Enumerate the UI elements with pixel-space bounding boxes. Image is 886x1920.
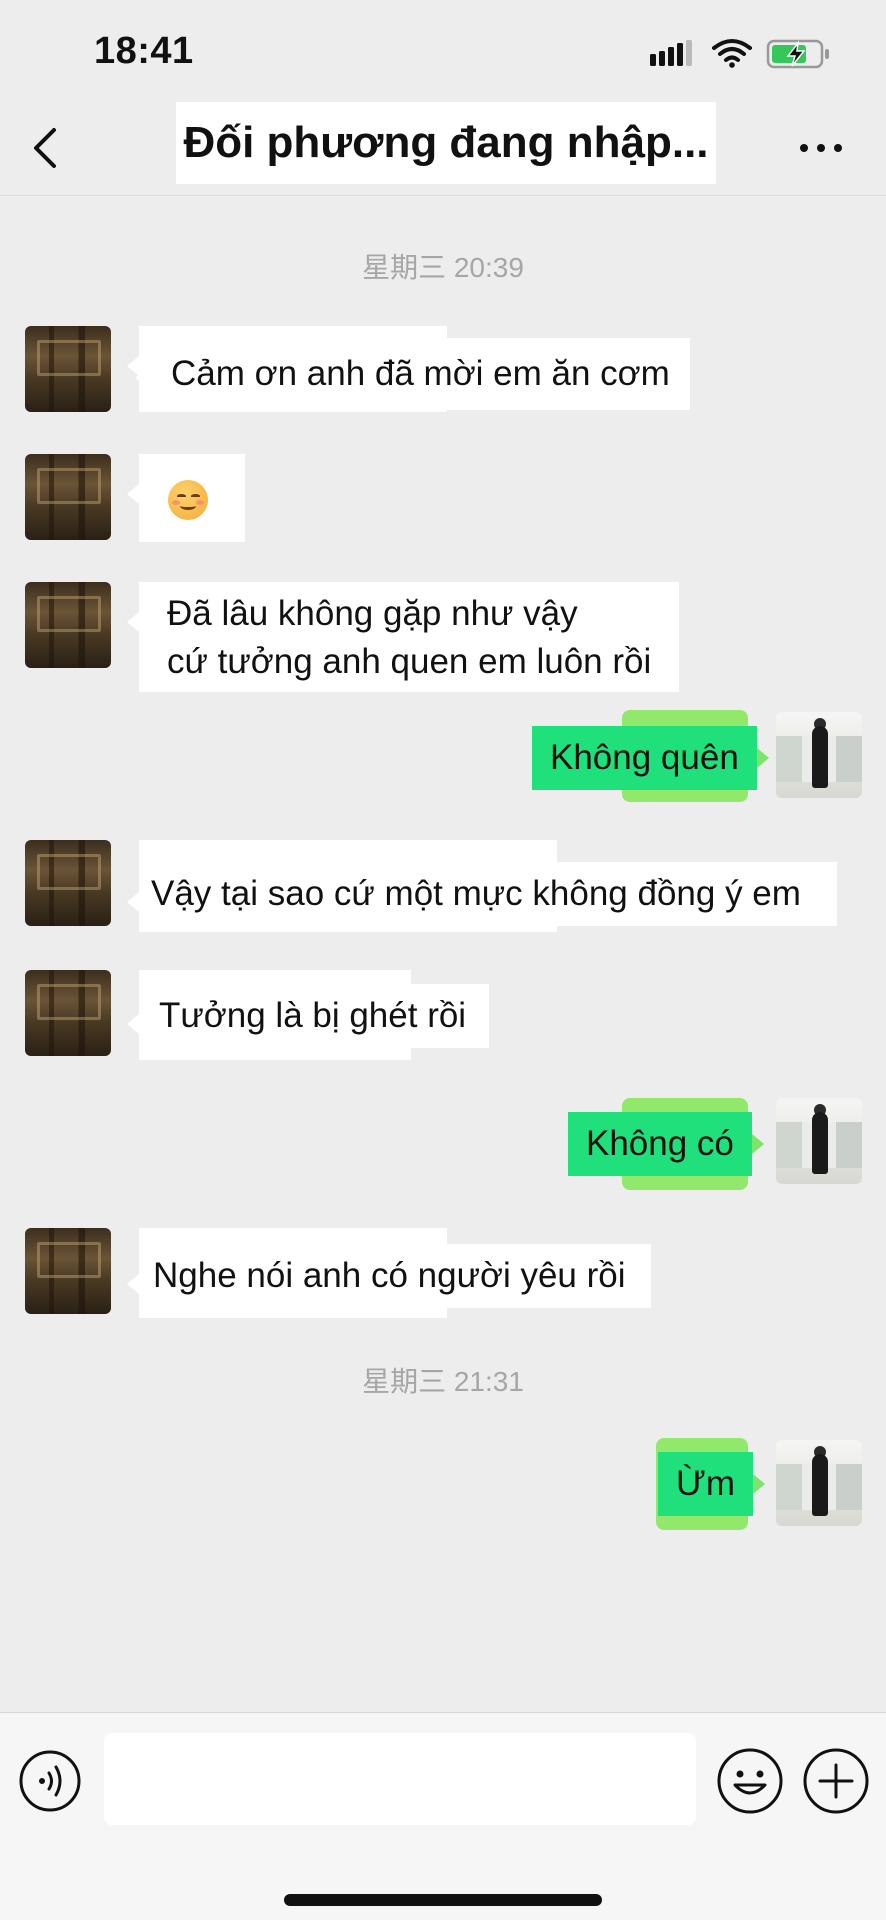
message-text: Không quên (550, 738, 739, 777)
message-text: Không có (586, 1124, 734, 1163)
message-text-line: cứ tưởng anh quen em luôn rồi (167, 642, 652, 681)
message-bubble-sent[interactable]: Không quên (532, 726, 769, 790)
wifi-icon (712, 39, 752, 68)
battery-charging-icon (766, 39, 829, 69)
signal-icon (650, 40, 692, 66)
user-avatar[interactable] (776, 1098, 862, 1184)
chevron-left-icon[interactable] (28, 124, 64, 172)
user-avatar[interactable] (776, 1440, 862, 1526)
contact-avatar[interactable] (25, 970, 111, 1056)
message-bubble-sent[interactable]: Ừm (658, 1452, 766, 1516)
home-indicator[interactable] (284, 1894, 602, 1906)
navbar: Đối phương đang nhập... (0, 100, 886, 196)
plus-icon[interactable] (802, 1747, 870, 1815)
contact-avatar[interactable] (25, 840, 111, 926)
input-bar (0, 1712, 886, 1920)
message-text: Tưởng là bị ghét rồi (159, 996, 467, 1035)
contact-avatar[interactable] (25, 454, 111, 540)
message-bubble[interactable]: Nghe nói anh có người yêu rồi (127, 1244, 651, 1308)
message-text: Nghe nói anh có người yêu rồi (153, 1256, 626, 1295)
contact-avatar[interactable] (25, 582, 111, 668)
message-bubble[interactable]: Cảm ơn anh đã mời em ăn cơm (135, 338, 690, 410)
status-time: 18:41 (94, 30, 194, 72)
contact-avatar[interactable] (25, 1228, 111, 1314)
message-text-line: Đã lâu không gặp như vậy (167, 594, 578, 633)
contact-avatar[interactable] (25, 326, 111, 412)
timestamp: 星期三 20:39 (362, 252, 524, 283)
message-text: Cảm ơn anh đã mời em ăn cơm (171, 354, 670, 393)
more-dots-icon[interactable] (796, 128, 846, 168)
user-avatar[interactable] (776, 712, 862, 798)
status-bar: 18:41 (0, 0, 886, 100)
smiling-face-icon (168, 480, 208, 520)
chat-title-box: Đối phương đang nhập... (176, 102, 716, 184)
message-bubble[interactable]: Tưởng là bị ghét rồi (127, 984, 489, 1048)
message-bubble[interactable]: Vậy tại sao cứ một mực không đồng ý em (127, 862, 837, 926)
message-input[interactable] (104, 1733, 696, 1825)
chat-title: Đối phương đang nhập... (183, 118, 709, 167)
timestamp: 星期三 21:31 (362, 1366, 524, 1397)
message-text: Ừm (676, 1464, 736, 1503)
voice-icon[interactable] (18, 1749, 82, 1813)
message-bubble[interactable]: Đã lâu không gặp như vậy cứ tưởng anh qu… (127, 582, 679, 692)
message-text: Vậy tại sao cứ một mực không đồng ý em (151, 874, 801, 913)
emoji-icon[interactable] (716, 1747, 784, 1815)
message-bubble-sent[interactable]: Không có (568, 1112, 764, 1176)
